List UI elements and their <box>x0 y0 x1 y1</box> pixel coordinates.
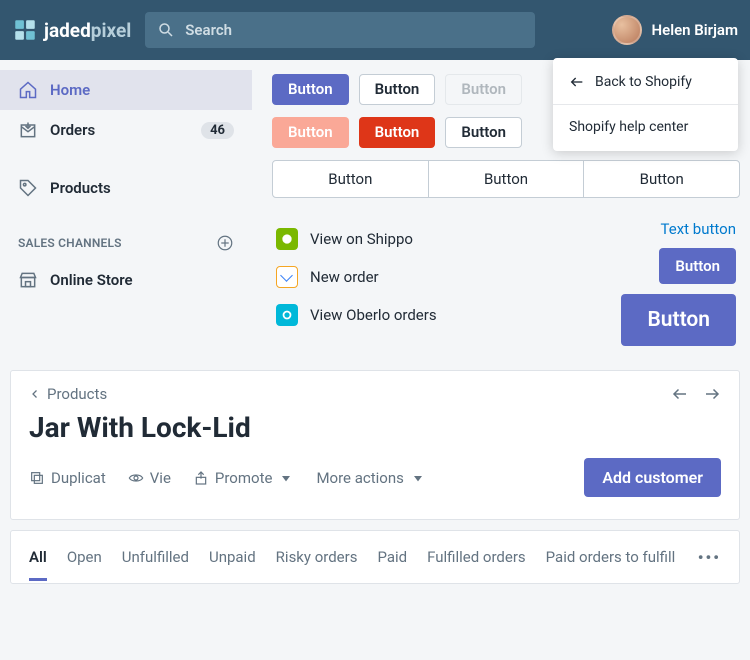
user-dropdown: Back to Shopify Shopify help center <box>553 58 738 151</box>
page-head: Products Jar With Lock-Lid <box>29 385 721 444</box>
action-new-order[interactable]: New order <box>272 258 601 296</box>
action-list: View on Shippo New order View Oberlo ord… <box>272 220 601 346</box>
action-shippo[interactable]: View on Shippo <box>272 220 601 258</box>
dropdown-help-label: Shopify help center <box>569 119 688 135</box>
tabs-card: All Open Unfulfilled Unpaid Risky orders… <box>10 530 740 584</box>
tab-paid[interactable]: Paid <box>377 533 407 581</box>
page-title: Jar With Lock-Lid <box>29 411 251 444</box>
chevron-left-icon <box>29 388 41 400</box>
sidebar-item-orders[interactable]: Orders 46 <box>0 110 252 150</box>
orders-icon <box>18 120 38 140</box>
more-actions-label: More actions <box>316 469 403 487</box>
seg-2[interactable]: Button <box>429 161 585 197</box>
button-large[interactable]: Button <box>621 294 736 346</box>
caret-down-icon <box>278 470 294 486</box>
sidebar-item-home[interactable]: Home <box>0 70 252 110</box>
user-menu[interactable]: Helen Birjam <box>612 15 739 45</box>
topbar: jadedpixel Search Helen Birjam <box>0 0 750 60</box>
user-name: Helen Birjam <box>652 21 739 39</box>
detail-card: Products Jar With Lock-Lid Duplicat Vie … <box>10 370 740 520</box>
action-new-order-label: New order <box>310 268 379 286</box>
sidebar-item-products[interactable]: Products <box>0 168 252 208</box>
share-icon <box>193 470 209 486</box>
sales-channels-label: SALES CHANNELS <box>18 236 122 250</box>
duplicate-icon <box>29 470 45 486</box>
oberlo-icon <box>276 304 298 326</box>
seg-3[interactable]: Button <box>584 161 739 197</box>
button-disabled: Button <box>445 74 522 105</box>
view-action[interactable]: Vie <box>128 469 171 487</box>
tab-open[interactable]: Open <box>67 533 102 581</box>
action-shippo-label: View on Shippo <box>310 230 413 248</box>
seg-1[interactable]: Button <box>273 161 429 197</box>
logo[interactable]: jadedpixel <box>12 17 131 43</box>
duplicate-label: Duplicat <box>51 469 106 487</box>
sidebar-orders-label: Orders <box>50 121 95 139</box>
sidebar-home-label: Home <box>50 81 90 99</box>
store-icon <box>18 270 38 290</box>
duplicate-action[interactable]: Duplicat <box>29 469 106 487</box>
avatar <box>612 15 642 45</box>
sidebar: Home Orders 46 Products SALES CHANNELS O… <box>0 60 252 360</box>
tab-all[interactable]: All <box>29 533 47 581</box>
button-primary[interactable]: Button <box>272 74 349 105</box>
page-nav <box>671 385 721 403</box>
breadcrumb-label: Products <box>47 385 107 403</box>
tab-risky[interactable]: Risky orders <box>276 533 358 581</box>
button-danger[interactable]: Button <box>359 117 436 148</box>
home-icon <box>18 80 38 100</box>
action-oberlo[interactable]: View Oberlo orders <box>272 296 601 334</box>
arrow-prev-icon[interactable] <box>671 385 689 403</box>
dropdown-back[interactable]: Back to Shopify <box>553 64 738 100</box>
new-order-icon <box>276 266 298 288</box>
add-customer-button[interactable]: Add customer <box>584 458 721 497</box>
button-default-2[interactable]: Button <box>445 117 522 148</box>
promote-label: Promote <box>215 469 273 487</box>
shippo-icon <box>276 228 298 250</box>
promote-action[interactable]: Promote <box>193 469 295 487</box>
logo-icon <box>12 17 38 43</box>
tag-icon <box>18 178 38 198</box>
search-placeholder: Search <box>185 21 232 39</box>
tabs: All Open Unfulfilled Unpaid Risky orders… <box>29 531 721 583</box>
more-actions[interactable]: More actions <box>316 469 425 487</box>
view-label: Vie <box>150 469 171 487</box>
divider <box>553 104 738 105</box>
dropdown-help[interactable]: Shopify help center <box>553 109 738 145</box>
plus-circle-icon[interactable] <box>216 234 234 252</box>
tab-paid-to-fulfill[interactable]: Paid orders to fulfill <box>546 533 676 581</box>
dropdown-back-label: Back to Shopify <box>595 74 692 90</box>
button-default[interactable]: Button <box>359 74 436 105</box>
search-input[interactable]: Search <box>145 12 535 48</box>
arrow-left-icon <box>569 74 585 90</box>
tab-unfulfilled[interactable]: Unfulfilled <box>122 533 189 581</box>
orders-badge: 46 <box>201 122 234 139</box>
sidebar-online-store-label: Online Store <box>50 271 133 289</box>
text-button[interactable]: Text button <box>661 220 736 238</box>
action-bar: Duplicat Vie Promote More actions Add cu… <box>29 458 721 497</box>
tab-unpaid[interactable]: Unpaid <box>209 533 256 581</box>
side-buttons: Text button Button Button <box>621 220 736 346</box>
segmented-buttons: Button Button Button <box>272 160 740 198</box>
button-medium[interactable]: Button <box>659 248 736 284</box>
tab-overflow[interactable]: ••• <box>698 548 721 567</box>
sidebar-item-online-store[interactable]: Online Store <box>0 260 252 300</box>
eye-icon <box>128 470 144 486</box>
search-icon <box>157 21 175 39</box>
sidebar-section-sales-channels: SALES CHANNELS <box>0 226 252 260</box>
logo-text-light: pixel <box>91 19 132 42</box>
breadcrumb[interactable]: Products <box>29 385 251 403</box>
arrow-next-icon[interactable] <box>703 385 721 403</box>
caret-down-icon <box>410 470 426 486</box>
action-oberlo-label: View Oberlo orders <box>310 306 437 324</box>
logo-text-strong: jaded <box>44 19 91 42</box>
sidebar-products-label: Products <box>50 179 111 197</box>
middle-area: View on Shippo New order View Oberlo ord… <box>272 220 740 346</box>
button-danger-light[interactable]: Button <box>272 117 349 148</box>
tab-fulfilled[interactable]: Fulfilled orders <box>427 533 526 581</box>
